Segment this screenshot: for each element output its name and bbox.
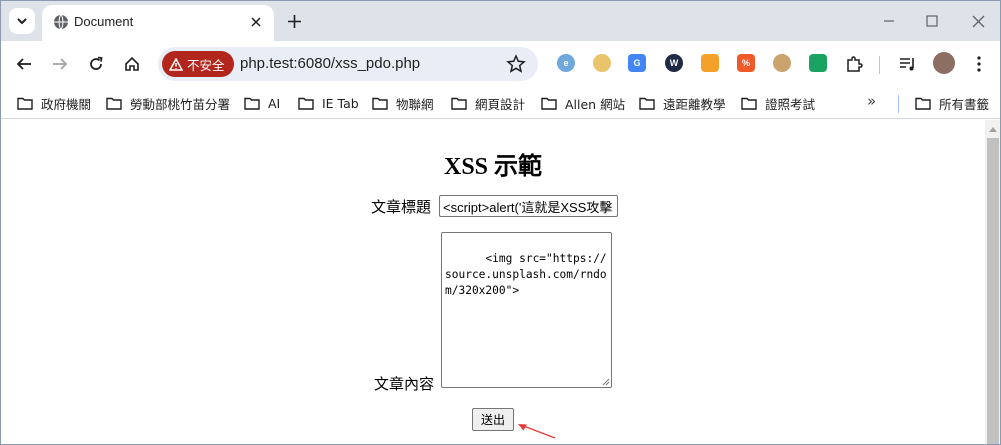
bookmark-folder[interactable]: AI bbox=[244, 93, 280, 113]
extension-lock-icon[interactable] bbox=[809, 54, 827, 72]
arrow-right-icon bbox=[53, 58, 68, 70]
bookmark-label: IE Tab bbox=[322, 95, 359, 111]
home-button[interactable] bbox=[120, 52, 144, 76]
article-content-text: <img src="https://source.unsplash.com/rn… bbox=[445, 252, 607, 297]
folder-icon bbox=[451, 97, 467, 110]
folder-icon bbox=[741, 97, 757, 110]
security-warning-chip[interactable]: 不安全 bbox=[162, 51, 234, 77]
bookmark-label: 物聯網 bbox=[396, 96, 434, 112]
folder-icon bbox=[17, 97, 33, 110]
bookmark-folder[interactable]: 遠距離教學 bbox=[639, 93, 726, 113]
bookmark-folder[interactable]: 物聯網 bbox=[372, 93, 434, 113]
extension-google-translate-icon[interactable]: G bbox=[628, 54, 646, 72]
tab-document[interactable]: Document bbox=[42, 5, 274, 41]
tab-close-button[interactable] bbox=[246, 12, 266, 32]
extension-colorful-icon[interactable] bbox=[701, 54, 719, 72]
folder-icon bbox=[244, 97, 260, 110]
maximize-button[interactable] bbox=[921, 10, 943, 32]
folder-icon bbox=[541, 97, 557, 110]
extension-cookie-icon[interactable] bbox=[773, 54, 791, 72]
bookmark-label: 遠距離教學 bbox=[663, 96, 726, 112]
article-content-label: 文章內容 bbox=[374, 375, 435, 393]
all-bookmarks-folder[interactable]: 所有書籤 bbox=[915, 93, 989, 113]
warning-icon bbox=[169, 57, 183, 71]
reload-icon bbox=[90, 56, 103, 70]
extension-ie-tab-icon[interactable]: e bbox=[557, 54, 575, 72]
arrow-left-icon bbox=[16, 58, 31, 70]
red-arrow-annotation bbox=[518, 424, 556, 439]
maximize-icon bbox=[926, 15, 938, 27]
new-tab-button[interactable] bbox=[283, 10, 305, 32]
bookmark-label: 網頁設計 bbox=[475, 96, 526, 112]
bookmark-folder[interactable]: 勞動部桃竹苗分署 bbox=[106, 93, 230, 113]
folder-icon bbox=[915, 97, 931, 110]
bookmarks-divider bbox=[898, 95, 899, 113]
browser-window: Document 不安全 php.test:6080/xss_pdo.php e… bbox=[0, 0, 1001, 445]
bookmark-folder[interactable]: Allen 網站 bbox=[541, 93, 625, 113]
media-controls-button[interactable] bbox=[896, 52, 920, 76]
window-close-button[interactable] bbox=[967, 10, 989, 32]
extension-web-icon[interactable]: W bbox=[665, 54, 683, 72]
more-vertical-icon bbox=[977, 56, 981, 72]
extensions-menu-button[interactable] bbox=[842, 52, 866, 76]
browser-toolbar: 不安全 php.test:6080/xss_pdo.php e G W % bbox=[1, 41, 1000, 87]
bookmark-star-icon[interactable] bbox=[506, 54, 526, 74]
tab-title: Document bbox=[74, 14, 134, 29]
reload-button[interactable] bbox=[84, 52, 108, 76]
scroll-up-icon[interactable] bbox=[989, 126, 997, 132]
article-title-input[interactable]: <script>alert('這就是XSS攻擊 bbox=[439, 195, 618, 217]
article-title-label: 文章標題 bbox=[371, 198, 432, 216]
bookmark-label: Allen 網站 bbox=[565, 96, 626, 112]
bookmark-label: 證照考試 bbox=[765, 96, 816, 112]
bookmark-folder[interactable]: 政府機關 bbox=[17, 93, 91, 113]
address-bar[interactable]: 不安全 php.test:6080/xss_pdo.php bbox=[158, 47, 538, 81]
chevron-down-icon bbox=[17, 18, 27, 25]
all-bookmarks-label: 所有書籤 bbox=[939, 96, 990, 112]
toolbar-divider bbox=[879, 56, 880, 74]
close-icon bbox=[972, 15, 984, 27]
bookmark-label: 政府機關 bbox=[41, 96, 92, 112]
security-warning-label: 不安全 bbox=[187, 57, 225, 73]
forward-button[interactable] bbox=[48, 52, 72, 76]
puzzle-icon bbox=[847, 56, 863, 72]
folder-icon bbox=[106, 97, 122, 110]
profile-avatar[interactable] bbox=[933, 52, 955, 74]
page-title: XSS 示範 bbox=[443, 154, 543, 180]
extension-orange-icon[interactable]: % bbox=[737, 54, 755, 72]
page-content: XSS 示範 文章標題 <script>alert('這就是XSS攻擊 文章內容… bbox=[1, 120, 985, 444]
bookmarks-overflow-button[interactable]: » bbox=[867, 92, 876, 110]
resize-handle-icon[interactable] bbox=[602, 378, 610, 386]
minimize-button[interactable] bbox=[878, 10, 900, 32]
globe-icon bbox=[54, 14, 68, 30]
home-icon bbox=[125, 56, 139, 71]
bookmark-folder[interactable]: IE Tab bbox=[298, 93, 359, 113]
bookmark-folder[interactable]: 證照考試 bbox=[741, 93, 815, 113]
tab-strip: Document bbox=[1, 1, 1000, 41]
bookmarks-bar: 政府機關 勞動部桃竹苗分署 AI IE Tab 物聯網 網頁設計 Allen 網… bbox=[1, 87, 1000, 119]
minimize-icon bbox=[884, 20, 894, 22]
extension-palette-icon[interactable] bbox=[593, 54, 611, 72]
bookmark-label: 勞動部桃竹苗分署 bbox=[130, 96, 231, 112]
scrollbar-thumb[interactable] bbox=[987, 138, 999, 444]
folder-icon bbox=[372, 97, 388, 110]
playlist-icon bbox=[900, 58, 914, 71]
folder-icon bbox=[639, 97, 655, 110]
folder-icon bbox=[298, 97, 314, 110]
bookmark-folder[interactable]: 網頁設計 bbox=[451, 93, 525, 113]
close-icon bbox=[251, 17, 261, 27]
chrome-menu-button[interactable] bbox=[967, 52, 991, 76]
bookmark-label: AI bbox=[268, 95, 281, 111]
page-scrollbar[interactable] bbox=[985, 120, 1000, 444]
plus-icon bbox=[287, 14, 301, 28]
back-button[interactable] bbox=[12, 52, 36, 76]
article-content-textarea[interactable]: <img src="https://source.unsplash.com/rn… bbox=[441, 232, 612, 388]
tab-search-button[interactable] bbox=[9, 8, 35, 34]
submit-button[interactable]: 送出 bbox=[472, 408, 514, 431]
url-text[interactable]: php.test:6080/xss_pdo.php bbox=[240, 55, 420, 72]
